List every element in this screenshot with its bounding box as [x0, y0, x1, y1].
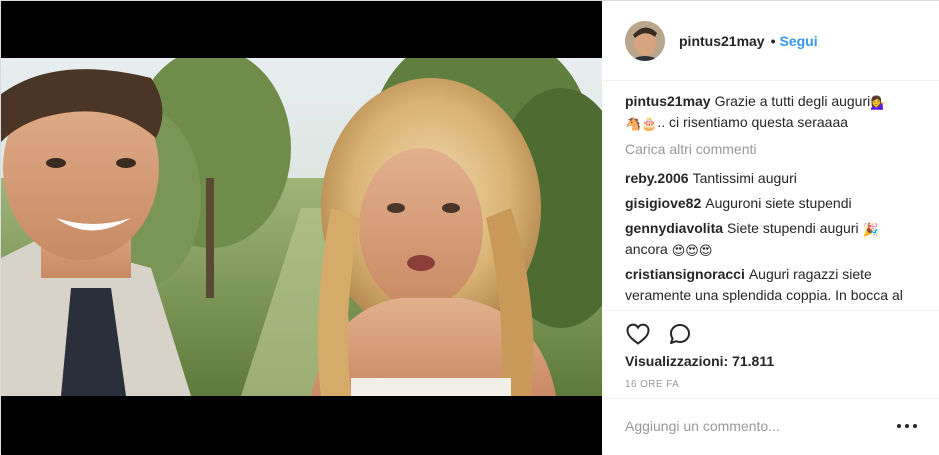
comment-username[interactable]: gisigiove82: [625, 195, 701, 211]
post-side-panel: pintus21may • Segui pintus21may Grazie a …: [603, 1, 939, 455]
separator-dot: •: [770, 32, 776, 49]
comment: reby.2006 Tantissimi auguri: [625, 168, 925, 189]
caption-text: Grazie a tutti degli auguri: [714, 93, 871, 109]
comment-button[interactable]: [667, 321, 693, 347]
media-panel: [1, 1, 602, 455]
action-icons: [625, 321, 709, 347]
avatar[interactable]: [625, 20, 665, 61]
author-username[interactable]: pintus21may: [679, 33, 765, 49]
more-options-icon: [897, 424, 901, 428]
comment-text-continued: ancora: [625, 241, 668, 257]
comment: cristiansignoracci Auguri ragazzi siete v…: [625, 264, 925, 305]
comment-input[interactable]: [625, 415, 885, 437]
header-text: pintus21may • Segui: [679, 33, 818, 49]
comment: gisigiove82 Auguroni siete stupendi: [625, 193, 925, 214]
woman-tipping-hand-emoji: 💁‍♀️: [870, 95, 887, 110]
views-count: Visualizzazioni: 71.811: [625, 353, 775, 369]
more-options-icon: [905, 424, 909, 428]
comment: gennydiavolita Siete stupendi auguri 🎉 an…: [625, 218, 925, 260]
horse-emoji: 🐴: [625, 116, 642, 131]
heart-eyes-emoji: 😍: [698, 243, 713, 258]
caption: pintus21may Grazie a tutti degli auguri💁‍…: [625, 91, 925, 133]
post-header: pintus21may • Segui: [603, 1, 939, 81]
follow-button[interactable]: Segui: [780, 33, 818, 49]
heart-outline-icon: [626, 323, 650, 345]
instagram-post-modal: pintus21may • Segui pintus21may Grazie a …: [0, 0, 939, 455]
heart-eyes-emoji: 😍: [671, 243, 686, 258]
caption-username[interactable]: pintus21may: [625, 93, 711, 109]
birthday-cake-emoji: 🎂: [641, 116, 658, 131]
heart-eyes-emoji: 😍: [685, 243, 699, 258]
post-video[interactable]: [1, 58, 602, 396]
more-options-button[interactable]: [897, 419, 917, 433]
comment-username[interactable]: cristiansignoracci: [625, 266, 745, 282]
comments-list: pintus21may Grazie a tutti degli auguri💁‍…: [625, 91, 925, 305]
add-comment-section: [603, 398, 939, 455]
comment-username[interactable]: gennydiavolita: [625, 220, 723, 236]
more-options-icon: [913, 424, 917, 428]
avatar-image: [625, 20, 665, 61]
load-more-comments-button[interactable]: Carica altri commenti: [625, 139, 925, 160]
caption-text-continued: .. ci risentiamo questa seraaaa: [657, 114, 849, 130]
post-timestamp[interactable]: 16 ORE FA: [625, 379, 679, 390]
party-popper-emoji: 🎉: [862, 222, 879, 237]
comment-text: Auguroni siete stupendi: [705, 195, 852, 211]
like-button[interactable]: [625, 321, 651, 347]
speech-bubble-icon: [670, 324, 690, 344]
comment-text: Siete stupendi auguri: [727, 220, 859, 236]
comment-text: Tantissimi auguri: [692, 170, 797, 186]
comment-username[interactable]: reby.2006: [625, 170, 689, 186]
post-actions: Visualizzazioni: 71.811 16 ORE FA: [603, 310, 939, 390]
video-frame-image: [1, 58, 602, 396]
